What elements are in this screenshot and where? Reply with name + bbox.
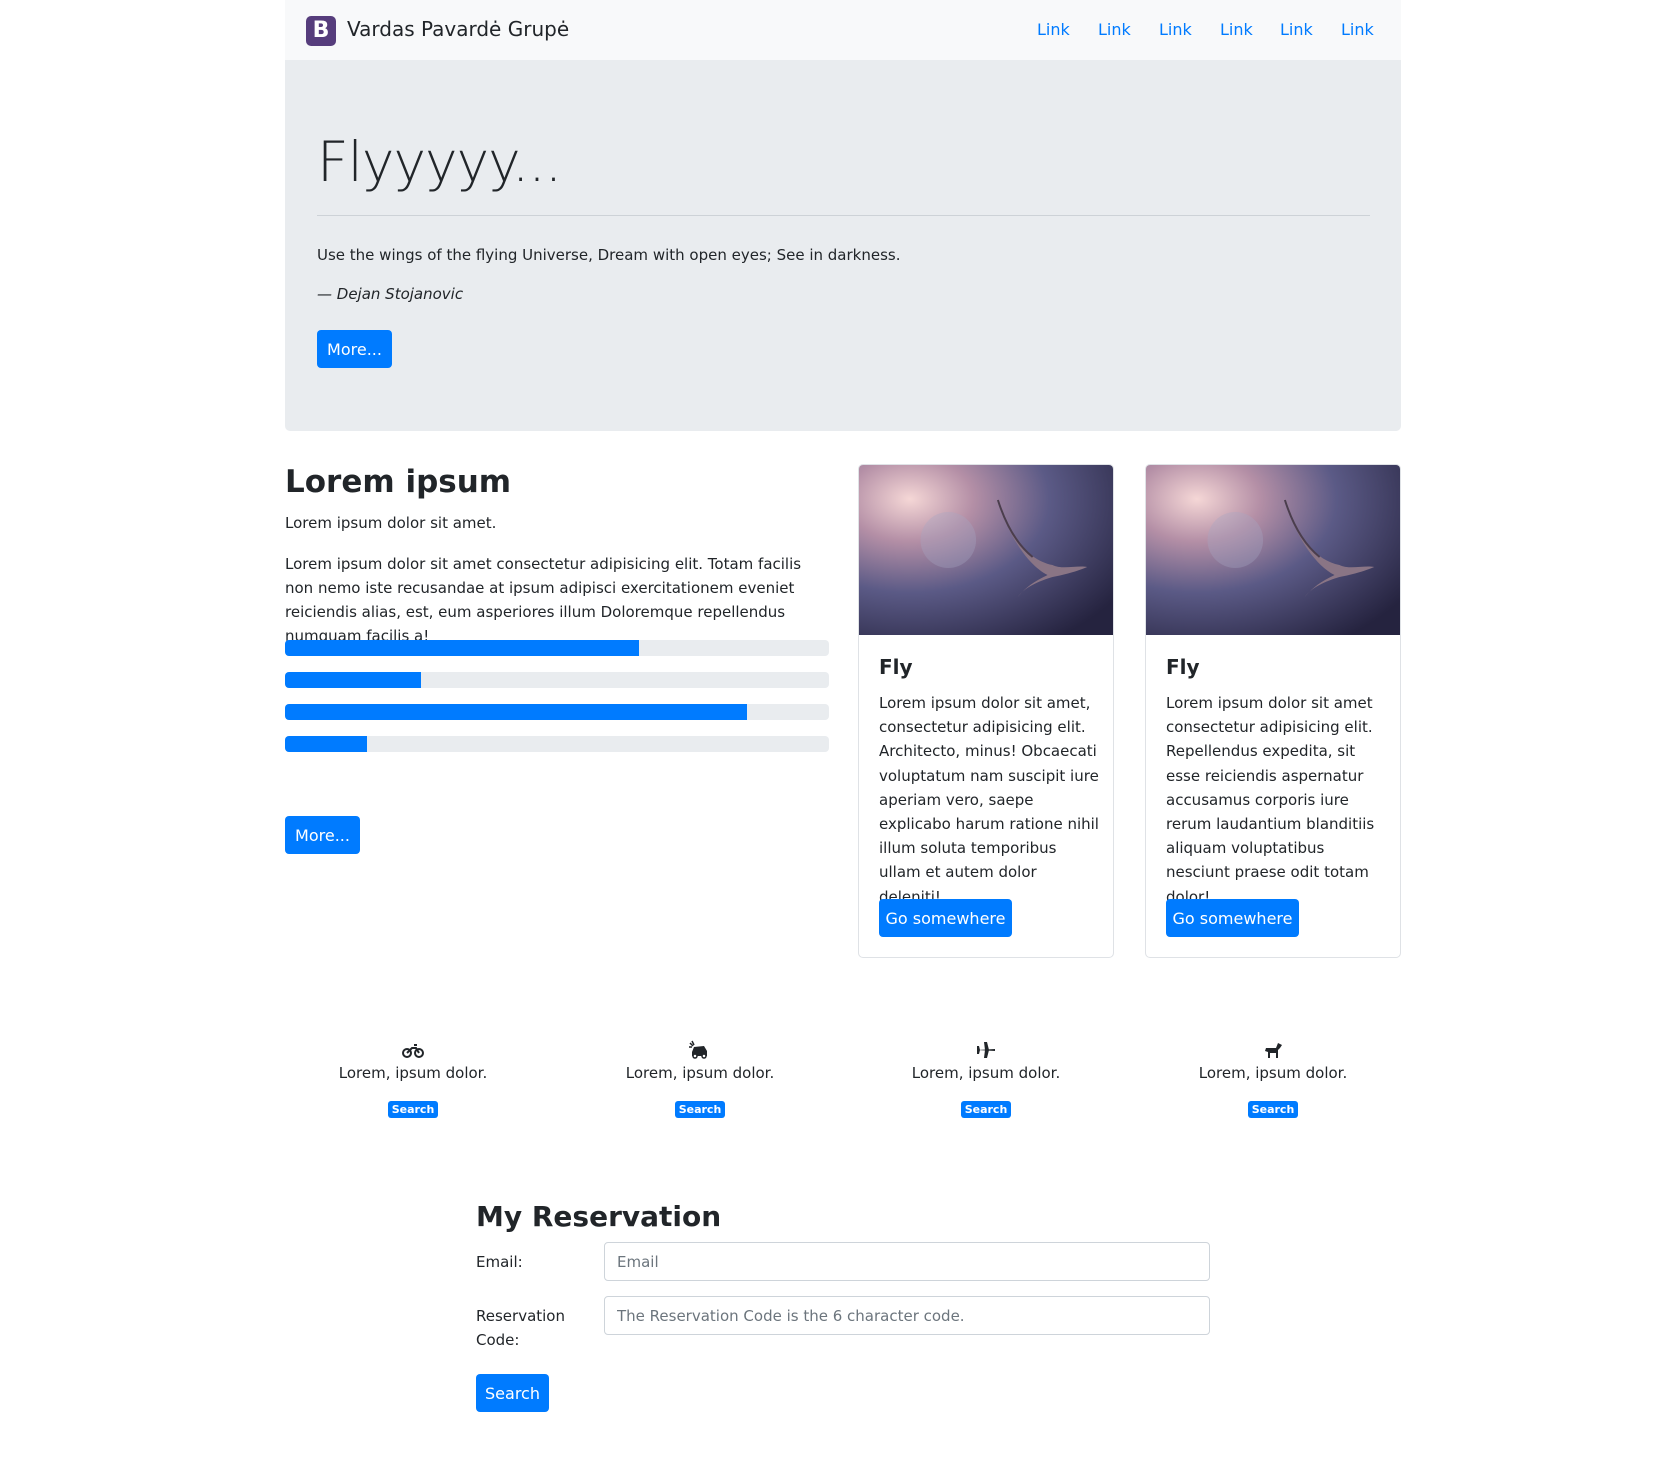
nav-link-6[interactable]: Link xyxy=(1341,20,1374,39)
section-title: Lorem ipsum xyxy=(285,464,512,500)
horse-icon xyxy=(1265,1043,1282,1058)
nav-link-4[interactable]: Link xyxy=(1220,20,1253,39)
motorcycle-icon xyxy=(402,1044,424,1058)
card-2: Fly Lorem ipsum dolor sit amet consectet… xyxy=(1145,464,1401,958)
feature-text: Lorem, ipsum dolor. xyxy=(911,1064,1061,1082)
card-text: Lorem ipsum dolor sit amet, consectetur … xyxy=(879,694,1099,906)
reservation-code-field[interactable] xyxy=(604,1296,1210,1335)
jumbotron-title: Flyyyyy... xyxy=(317,130,562,194)
card-title: Fly xyxy=(1166,655,1200,679)
jumbotron: Flyyyyy... Use the wings of the flying U… xyxy=(285,60,1401,431)
progress-bar-1 xyxy=(285,640,829,656)
progress-fill xyxy=(285,704,748,720)
feature-search-button[interactable]: Search xyxy=(674,1101,726,1118)
card-1: Fly Lorem ipsum dolor sit amet, consecte… xyxy=(858,464,1114,958)
progress-fill xyxy=(285,736,367,752)
bird-image xyxy=(1146,465,1400,635)
feature-motorcycle: Lorem, ipsum dolor. Search xyxy=(283,1040,543,1118)
feature-text: Lorem, ipsum dolor. xyxy=(338,1064,488,1082)
navbar-brand[interactable]: Vardas Pavardė Grupė xyxy=(347,17,569,41)
reservation-code-label: Reservation Code: xyxy=(476,1304,565,1352)
nav-link-2[interactable]: Link xyxy=(1098,20,1131,39)
card-title: Fly xyxy=(879,655,913,679)
feature-horse: Lorem, ipsum dolor. Search xyxy=(1143,1040,1403,1118)
reservation-code-label-line2: Code: xyxy=(476,1331,520,1349)
progress-fill xyxy=(285,640,639,656)
plane-icon xyxy=(977,1042,995,1058)
nav-link-3[interactable]: Link xyxy=(1159,20,1192,39)
progress-bar-4 xyxy=(285,736,829,752)
nav-link-5[interactable]: Link xyxy=(1280,20,1313,39)
car-crash-icon xyxy=(689,1040,707,1059)
email-field[interactable] xyxy=(604,1242,1210,1281)
quote-text: Use the wings of the flying Universe, Dr… xyxy=(317,246,901,264)
email-label: Email: xyxy=(476,1253,523,1271)
progress-fill xyxy=(285,672,421,688)
feature-text: Lorem, ipsum dolor. xyxy=(625,1064,775,1082)
quote-author: — Dejan Stojanovic xyxy=(317,285,464,303)
bootstrap-logo-icon[interactable]: B xyxy=(306,16,336,46)
feature-plane: Lorem, ipsum dolor. Search xyxy=(856,1040,1116,1118)
reservation-code-label-line1: Reservation xyxy=(476,1307,565,1325)
go-somewhere-button[interactable]: Go somewhere xyxy=(1166,899,1299,937)
nav-link-1[interactable]: Link xyxy=(1037,20,1070,39)
go-somewhere-button[interactable]: Go somewhere xyxy=(879,899,1012,937)
card-text: Lorem ipsum dolor sit amet consectetur a… xyxy=(1166,694,1375,906)
reservation-title: My Reservation xyxy=(476,1200,722,1233)
feature-car-crash: Lorem, ipsum dolor. Search xyxy=(570,1040,830,1118)
navbar: B Vardas Pavardė Grupė Link Link Link Li… xyxy=(285,0,1401,60)
feature-search-button[interactable]: Search xyxy=(387,1101,439,1118)
jumbotron-more-button[interactable]: More... xyxy=(317,330,392,368)
feature-search-button[interactable]: Search xyxy=(960,1101,1012,1118)
section-paragraph: Lorem ipsum dolor sit amet consectetur a… xyxy=(285,555,802,645)
progress-bar-2 xyxy=(285,672,829,688)
divider xyxy=(317,215,1370,216)
feature-search-button[interactable]: Search xyxy=(1247,1101,1299,1118)
search-button[interactable]: Search xyxy=(476,1374,549,1412)
feature-text: Lorem, ipsum dolor. xyxy=(1198,1064,1348,1082)
bird-image xyxy=(859,465,1113,635)
section-more-button[interactable]: More... xyxy=(285,816,360,854)
section-subtitle: Lorem ipsum dolor sit amet. xyxy=(285,514,497,532)
progress-bar-3 xyxy=(285,704,829,720)
